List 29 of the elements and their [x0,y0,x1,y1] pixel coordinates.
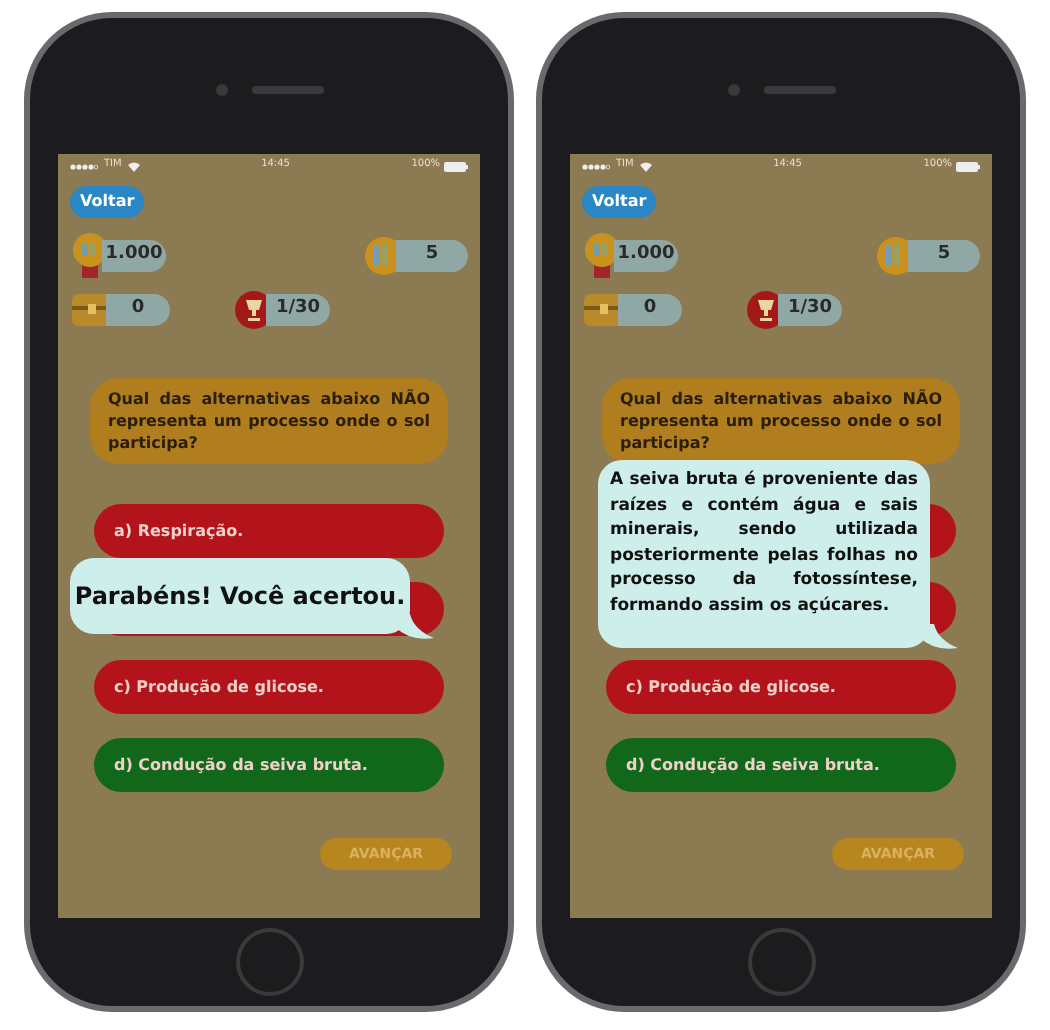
answer-option[interactable]: c) Produção de glicose. [94,660,444,714]
answer-option[interactable]: d) Condução da seiva bruta. [606,738,956,792]
wifi-icon [127,161,140,171]
camera-icon [727,84,739,96]
feedback-tooltip: Parabéns! Você acertou. [70,558,410,634]
answer-option[interactable]: a) Respiração. [94,504,444,558]
signal-icon [70,163,98,169]
stat-value: 1/30 [266,294,330,326]
stat-value: 1/30 [778,294,842,326]
stat-value: 0 [106,294,170,326]
stat-value: 0 [618,294,682,326]
stat-value: 5 [908,240,980,272]
answer-option[interactable]: d) Condução da seiva bruta. [94,738,444,792]
camera-icon [215,84,227,96]
home-button[interactable] [747,928,815,996]
wifi-icon [639,161,652,171]
stat-value: 5 [396,240,468,272]
answer-option[interactable]: c) Produção de glicose. [606,660,956,714]
battery-icon [444,161,468,171]
stat-value: 1.000 [102,240,166,272]
back-button[interactable]: Voltar [70,186,145,218]
question-card: Qual das alternativas abaixo NÃO representa um processo onde o sol participa? [90,378,448,464]
battery-icon [956,161,980,171]
home-button[interactable] [235,928,303,996]
signal-icon [582,163,610,169]
back-button[interactable]: Voltar [582,186,657,218]
stat-value: 1.000 [614,240,678,272]
question-card: Qual das alternativas abaixo NÃO representa um processo onde o sol participa? [602,378,960,464]
feedback-tooltip: A seiva bruta é proveniente das raízes e contém água e sais minerais, sendo utilizada posteriormente pelas folhas no processo da fotossíntese, formando assim os açúcares. [598,460,930,648]
